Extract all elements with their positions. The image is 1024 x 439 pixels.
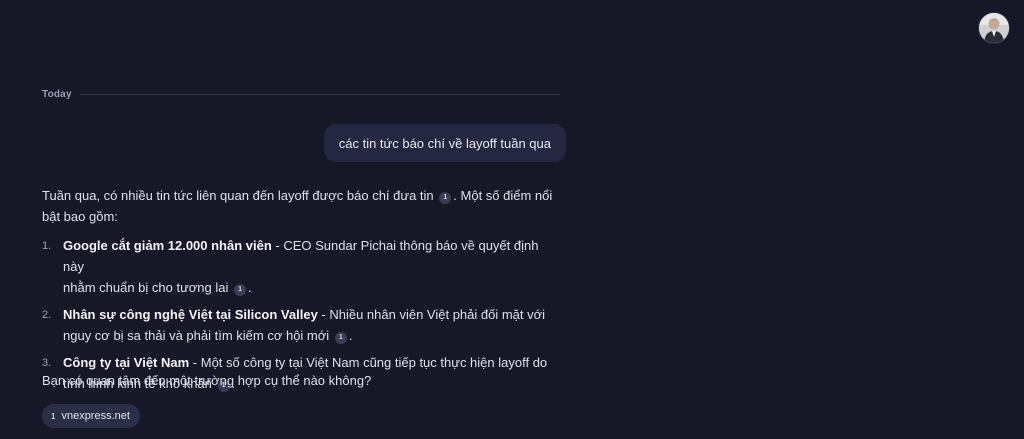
citation-badge[interactable]: 1 — [334, 331, 347, 344]
followup-question: Bạn có quan tâm đến một trường hợp cụ th… — [42, 373, 372, 388]
list-item-text: Google cắt giảm 12.000 nhân viên - CEO S… — [63, 238, 539, 296]
assistant-response: Tuần qua, có nhiều tin tức liên quan đến… — [42, 185, 562, 400]
divider-line — [79, 93, 560, 95]
intro-text-line2: bật bao gồm: — [42, 209, 118, 224]
source-chip[interactable]: 1 vnexpress.net — [42, 404, 140, 428]
avatar-icon — [979, 13, 1009, 43]
intro-text: Tuần qua, có nhiều tin tức liên quan đến… — [42, 188, 434, 203]
list-number: 1. — [42, 240, 52, 252]
list-item-title: Công ty tại Việt Nam — [63, 355, 190, 370]
source-number: 1 — [51, 411, 56, 421]
list-item: 2. Nhân sự công nghệ Việt tại Silicon Va… — [42, 304, 562, 346]
response-intro: Tuần qua, có nhiều tin tức liên quan đến… — [42, 185, 562, 227]
list-number: 2. — [42, 309, 52, 321]
list-item-title: Nhân sự công nghệ Việt tại Silicon Valle… — [63, 307, 318, 322]
citation-badge[interactable]: 1 — [234, 283, 247, 296]
date-divider: Today — [42, 87, 560, 101]
list-item-title: Google cắt giảm 12.000 nhân viên — [63, 238, 272, 253]
list-item-text: Nhân sự công nghệ Việt tại Silicon Valle… — [63, 307, 546, 344]
user-avatar[interactable] — [979, 13, 1009, 43]
date-divider-label: Today — [42, 88, 72, 100]
source-label: vnexpress.net — [61, 410, 130, 422]
list-item-desc-line2: nguy cơ bị sa thải và phải tìm kiếm cơ h… — [63, 328, 330, 343]
intro-text-after: . Một số điểm nổi — [453, 188, 553, 203]
list-item: 1. Google cắt giảm 12.000 nhân viên - CE… — [42, 235, 562, 298]
response-list: 1. Google cắt giảm 12.000 nhân viên - CE… — [42, 235, 562, 394]
user-message-text: các tin tức báo chí về layoff tuần qua — [338, 135, 551, 151]
list-item-desc: - Một số công ty tại Việt Nam cũng tiếp … — [189, 355, 548, 370]
citation-badge[interactable]: 1 — [439, 191, 452, 204]
list-item-desc-line2: nhằm chuẩn bị cho tương lai — [63, 280, 229, 295]
list-item-desc: - Nhiều nhân viên Việt phải đối mặt với — [317, 307, 546, 322]
user-message-bubble: các tin tức báo chí về layoff tuần qua — [323, 124, 566, 162]
